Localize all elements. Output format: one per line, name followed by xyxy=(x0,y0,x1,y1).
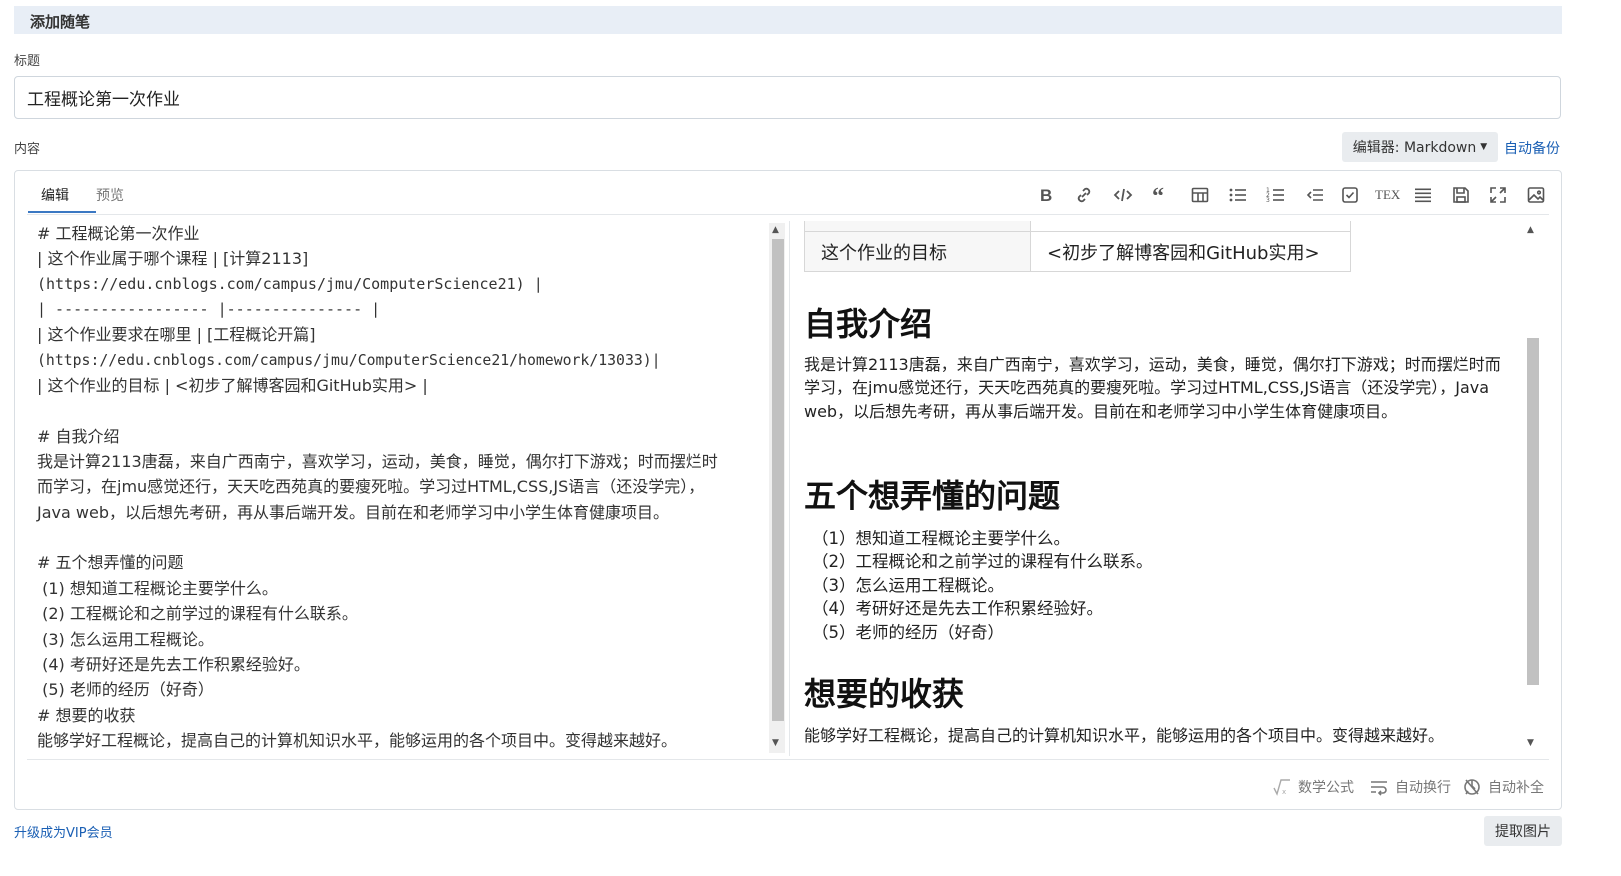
source-line xyxy=(27,398,771,423)
bold-icon[interactable]: B xyxy=(1034,183,1058,207)
link-icon[interactable] xyxy=(1072,183,1096,207)
list-item: （5）老师的经历（好奇） xyxy=(812,622,1004,642)
auto-wrap-label: 自动换行 xyxy=(1395,780,1451,796)
source-line: (1) 想知道工程概论主要学什么。 xyxy=(37,578,278,598)
list-item: （3）怎么运用工程概论。 xyxy=(812,575,1004,595)
auto-complete-label: 自动补全 xyxy=(1488,780,1544,796)
content-label: 内容 xyxy=(14,142,41,157)
image-icon[interactable] xyxy=(1524,183,1548,207)
editor-mode-dropdown[interactable]: 编辑器: Markdown ▼ xyxy=(1342,132,1498,162)
autocomplete-off-icon xyxy=(1464,779,1480,795)
upgrade-vip-link[interactable]: 升级成为VIP会员 xyxy=(14,822,113,841)
math-formula-toggle[interactable]: x 数学公式 xyxy=(1272,777,1354,797)
source-line: 能够学好工程概论，提高自己的计算机知识水平，能够运用的各个项目中。变得越来越好。 xyxy=(37,730,678,750)
source-scroll-thumb[interactable] xyxy=(772,239,784,721)
toolbar-divider xyxy=(27,214,1549,215)
source-line: # 工程概论第一次作业 xyxy=(37,224,200,243)
source-line: | ----------------- |--------------- | xyxy=(37,300,381,319)
preview-scrollbar[interactable]: ▲ ▼ xyxy=(1524,223,1540,753)
wrap-icon xyxy=(1371,781,1387,796)
preview-list: （1）想知道工程概论主要学什么。 （2）工程概论和之前学过的课程有什么联系。 （… xyxy=(812,527,1153,644)
title-input[interactable] xyxy=(14,76,1561,119)
page-header: 添加随笔 xyxy=(14,6,1562,34)
preview-heading: 想要的收获 xyxy=(804,675,965,713)
svg-text:x: x xyxy=(1282,788,1286,796)
source-line: 而学习，在jmu感觉还行，天天吃西苑真的要瘦死啦。学习过HTML,CSS,JS语… xyxy=(37,477,705,497)
markdown-source[interactable]: # 工程概论第一次作业 | 这个作业属于哪个课程 | [计算2113] (htt… xyxy=(27,221,771,756)
preview-heading: 五个想弄懂的问题 xyxy=(804,477,1061,515)
ordered-list-icon[interactable]: 123 xyxy=(1264,183,1288,207)
preview-table: 这个作业的目标 <初步了解博客园和GitHub实用> xyxy=(804,221,1351,272)
list-item: （1）想知道工程概论主要学什么。 xyxy=(812,529,1070,548)
active-tab-indicator xyxy=(28,211,96,213)
extract-images-button[interactable]: 提取图片 xyxy=(1484,816,1562,846)
quote-icon[interactable]: “ xyxy=(1149,183,1173,207)
math-formula-label: 数学公式 xyxy=(1298,780,1354,796)
svg-text:3: 3 xyxy=(1266,197,1270,204)
source-line: (2) 工程概论和之前学过的课程有什么联系。 xyxy=(37,604,358,624)
tab-edit[interactable]: 编辑 xyxy=(41,185,69,205)
svg-text:TEX: TEX xyxy=(1375,187,1401,202)
source-line: Java web，以后想先考研，再从事后端开发。目前在和老师学习中小学生体育健康… xyxy=(37,502,669,522)
code-icon[interactable] xyxy=(1111,183,1135,207)
source-line: | 这个作业的目标 | <初步了解博客园和GitHub实用> | xyxy=(37,376,428,396)
source-line: (https://edu.cnblogs.com/campus/jmu/Comp… xyxy=(37,274,543,293)
pane-divider xyxy=(789,221,790,756)
list-item: （2）工程概论和之前学过的课程有什么联系。 xyxy=(812,552,1153,572)
preview-paragraph: 我是计算2113唐磊，来自广西南宁，喜欢学习，运动，美食，睡觉，偶尔打下游戏；时… xyxy=(804,355,1501,421)
tab-preview[interactable]: 预览 xyxy=(96,185,124,205)
markdown-preview: 这个作业的目标 <初步了解博客园和GitHub实用> 自我介绍 我是计算2113… xyxy=(792,221,1522,756)
preview-heading: 自我介绍 xyxy=(804,305,933,343)
preview-paragraph: 能够学好工程概论，提高自己的计算机知识水平，能够运用的各个项目中。变得越来越好。 xyxy=(804,726,1445,745)
source-line: 我是计算2113唐磊，来自广西南宁，喜欢学习，运动，美食，睡觉，偶尔打下游戏；时… xyxy=(37,452,718,472)
list-item: （4）考研好还是先去工作积累经验好。 xyxy=(812,599,1103,619)
source-line: # 五个想弄懂的问题 xyxy=(37,553,184,573)
source-line: (4) 考研好还是先去工作积累经验好。 xyxy=(37,654,310,674)
source-line: # 自我介绍 xyxy=(37,426,120,446)
auto-wrap-toggle[interactable]: 自动换行 xyxy=(1369,777,1451,797)
svg-text:B: B xyxy=(1040,186,1052,205)
auto-backup-link[interactable]: 自动备份 xyxy=(1504,138,1560,158)
scroll-up-arrow-icon[interactable]: ▲ xyxy=(772,225,779,235)
scroll-down-arrow-icon[interactable]: ▼ xyxy=(1527,738,1534,748)
preview-scroll-thumb[interactable] xyxy=(1527,338,1539,685)
horizontal-rule-icon[interactable] xyxy=(1411,183,1435,207)
status-divider xyxy=(27,759,1549,760)
preview-table-cell: 这个作业的目标 xyxy=(804,231,1031,272)
scroll-down-arrow-icon[interactable]: ▼ xyxy=(772,738,779,748)
preview-table-cell: <初步了解博客园和GitHub实用> xyxy=(1030,231,1351,272)
page-title: 添加随笔 xyxy=(30,13,91,31)
source-line: # 想要的收获 xyxy=(37,705,136,725)
sqrt-icon: x xyxy=(1273,779,1290,796)
source-line: | 这个作业属于哪个课程 | [计算2113] xyxy=(37,249,309,269)
source-line: (5) 老师的经历（好奇） xyxy=(37,680,214,700)
checkbox-icon[interactable] xyxy=(1338,183,1362,207)
unordered-list-icon[interactable] xyxy=(1226,183,1250,207)
source-scrollbar[interactable]: ▲ ▼ xyxy=(769,223,785,753)
caret-down-icon: ▼ xyxy=(1480,142,1488,152)
title-label: 标题 xyxy=(14,54,41,69)
source-line xyxy=(27,525,771,550)
fullscreen-icon[interactable] xyxy=(1486,183,1510,207)
auto-complete-toggle[interactable]: 自动补全 xyxy=(1462,777,1544,797)
svg-text:“: “ xyxy=(1152,185,1164,205)
source-line: (https://edu.cnblogs.com/campus/jmu/Comp… xyxy=(37,351,661,369)
indent-icon[interactable] xyxy=(1303,183,1327,207)
markdown-editor: 编辑 预览 B “ 123 TEX # 工程概论第一次作业 | 这个作业属于哪个… xyxy=(14,170,1562,810)
table-icon[interactable] xyxy=(1188,183,1212,207)
scroll-up-arrow-icon[interactable]: ▲ xyxy=(1527,225,1534,235)
source-line: | 这个作业要求在哪里 | [工程概论开篇] xyxy=(37,325,316,345)
editor-mode-label: 编辑器: Markdown xyxy=(1352,140,1477,156)
save-icon[interactable] xyxy=(1449,183,1473,207)
tex-icon[interactable]: TEX xyxy=(1373,183,1403,207)
source-line: (3) 怎么运用工程概论。 xyxy=(37,629,214,649)
